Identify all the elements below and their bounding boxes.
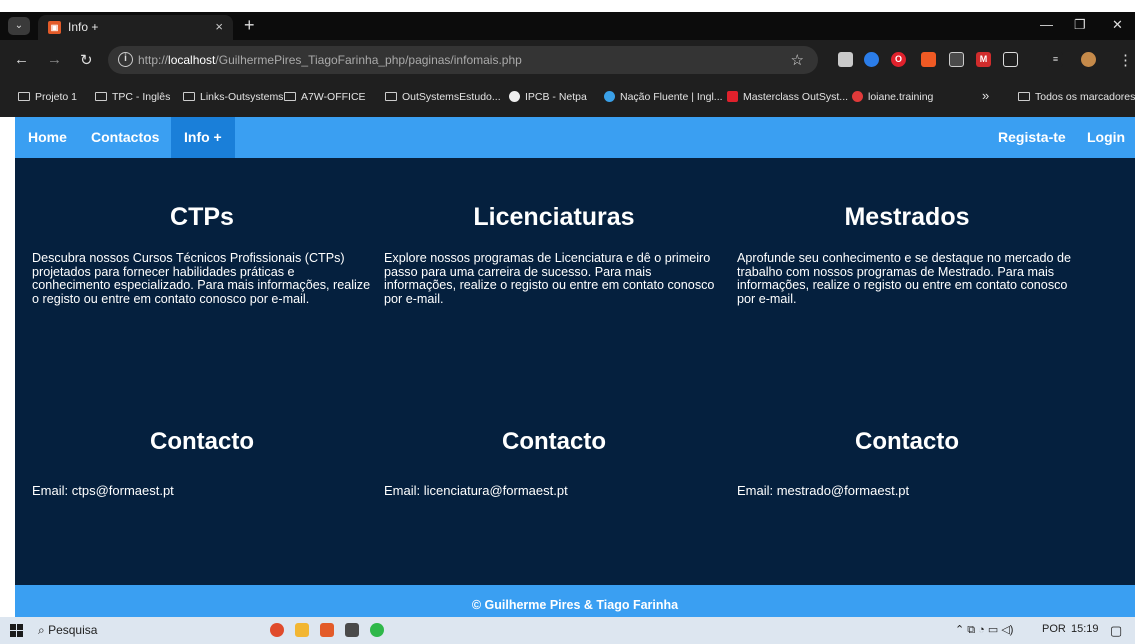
- contact-email: Email: mestrado@formaest.pt: [737, 483, 910, 498]
- windows-start-icon[interactable]: [10, 624, 24, 638]
- globe-icon: [509, 91, 520, 102]
- extension-orange-icon[interactable]: [921, 52, 936, 67]
- section-title: CTPs: [170, 203, 234, 231]
- folder-icon: [18, 92, 30, 101]
- section-text: Explore nossos programas de Licenciatura…: [384, 251, 715, 306]
- nacao-fluente-icon: [604, 91, 615, 102]
- info-column-ctps: CTPs Descubra nossos Cursos Técnicos Pro…: [32, 203, 372, 543]
- site-info-icon[interactable]: i: [118, 52, 133, 67]
- nav-info[interactable]: Info +: [171, 117, 235, 158]
- page-viewport: Home Contactos Info + Regista-te Login C…: [15, 117, 1135, 617]
- info-column-licenciaturas: Licenciaturas Explore nossos programas d…: [384, 203, 724, 543]
- extension-mega-icon[interactable]: M: [976, 52, 991, 67]
- nav-login[interactable]: Login: [1074, 117, 1135, 158]
- address-bar[interactable]: i http://localhost/GuilhermePires_TiagoF…: [108, 46, 818, 74]
- contact-title: Contacto: [855, 428, 959, 455]
- bookmark-item[interactable]: Nação Fluente | Ingl...: [604, 91, 723, 103]
- forward-icon[interactable]: →: [47, 51, 62, 68]
- bookmark-item[interactable]: A7W-OFFICE: [284, 91, 366, 103]
- bookmark-item[interactable]: TPC - Inglês: [95, 91, 170, 103]
- more-bookmarks-icon[interactable]: »: [982, 88, 989, 103]
- tab-search-dropdown[interactable]: ⌄: [8, 17, 30, 35]
- folder-icon: [284, 92, 296, 101]
- tray-icons[interactable]: ⌃ ⧉ ◔ ▭ ◁): [955, 623, 1013, 637]
- chrome-app-icon[interactable]: [270, 623, 284, 637]
- extension-gray-icon[interactable]: [949, 52, 964, 67]
- bookmark-item[interactable]: OutSystemsEstudo...: [385, 91, 501, 103]
- bookmarks-bar: Projeto 1 TPC - Inglês Links-Outsystems …: [0, 80, 1135, 117]
- nav-contactos[interactable]: Contactos: [78, 117, 172, 158]
- info-column-mestrados: Mestrados Aprofunde seu conhecimento e s…: [737, 203, 1077, 543]
- new-tab-icon[interactable]: +: [244, 15, 255, 36]
- section-title: Licenciaturas: [473, 203, 635, 231]
- section-text: Aprofunde seu conhecimento e se destaque…: [737, 251, 1071, 306]
- folder-icon: [385, 92, 397, 101]
- section-text: Descubra nossos Cursos Técnicos Profissi…: [32, 251, 371, 306]
- folder-icon: [183, 92, 195, 101]
- file-explorer-icon[interactable]: [295, 623, 309, 637]
- whatsapp-app-icon[interactable]: [370, 623, 384, 637]
- url-text[interactable]: http://localhost/GuilhermePires_TiagoFar…: [138, 53, 522, 67]
- notifications-icon[interactable]: ▢: [1110, 623, 1122, 639]
- bookmark-star-icon[interactable]: ☆: [791, 51, 804, 69]
- back-icon[interactable]: ←: [14, 51, 29, 68]
- nav-registar[interactable]: Regista-te: [985, 117, 1079, 158]
- windows-taskbar: ⌕ Pesquisa ⌃ ⧉ ◔ ▭ ◁) POR 15:19 ▢: [0, 617, 1135, 644]
- vscode-app-icon[interactable]: [345, 623, 359, 637]
- tab-favicon-icon: ▣: [48, 21, 61, 34]
- reading-list-icon[interactable]: ≡: [1048, 52, 1063, 67]
- folder-icon: [95, 92, 107, 101]
- masterclass-icon: [727, 91, 738, 102]
- menu-kebab-icon[interactable]: ⋮: [1118, 51, 1133, 69]
- bookmark-item[interactable]: IPCB - Netpa: [509, 91, 587, 103]
- close-window-icon[interactable]: ✕: [1112, 17, 1123, 33]
- folder-icon: [1018, 92, 1030, 101]
- minimize-icon[interactable]: —: [1040, 17, 1053, 32]
- browser-tab-active[interactable]: ▣ Info + ×: [38, 15, 233, 40]
- bookmark-item[interactable]: Projeto 1: [18, 91, 77, 103]
- screen-top-strip: [0, 0, 1135, 12]
- tray-language[interactable]: POR: [1042, 623, 1066, 635]
- extension-red-icon[interactable]: O: [891, 52, 906, 67]
- contact-email: Email: licenciatura@formaest.pt: [384, 483, 568, 498]
- contact-email: Email: ctps@formaest.pt: [32, 483, 174, 498]
- address-row: ← → ↻ i http://localhost/GuilhermePires_…: [0, 40, 1135, 80]
- tab-bar: ⌄ ▣ Info + × + — ❐ ✕: [0, 12, 1135, 40]
- tab-title: Info +: [68, 20, 99, 34]
- extension-blue-icon[interactable]: [864, 52, 879, 67]
- extension-doc-icon[interactable]: [838, 52, 853, 67]
- bookmark-item[interactable]: loiane.training: [852, 91, 933, 103]
- bookmark-item[interactable]: Links-Outsystems: [183, 91, 283, 103]
- loiane-icon: [852, 91, 863, 102]
- contact-title: Contacto: [150, 428, 254, 455]
- tab-close-icon[interactable]: ×: [215, 19, 223, 34]
- taskbar-search[interactable]: ⌕ Pesquisa: [38, 623, 97, 638]
- section-title: Mestrados: [844, 203, 970, 231]
- contact-title: Contacto: [502, 428, 606, 455]
- restore-icon[interactable]: ❐: [1074, 17, 1086, 33]
- xampp-app-icon[interactable]: [320, 623, 334, 637]
- extensions-puzzle-icon[interactable]: [1003, 52, 1018, 67]
- profile-avatar[interactable]: [1081, 52, 1096, 67]
- bookmark-item[interactable]: Masterclass OutSyst...: [727, 91, 848, 103]
- browser-chrome: ⌄ ▣ Info + × + — ❐ ✕ ← → ↻ i http://loca…: [0, 12, 1135, 117]
- site-navbar: Home Contactos Info + Regista-te Login: [15, 117, 1135, 158]
- nav-home[interactable]: Home: [15, 117, 80, 158]
- reload-icon[interactable]: ↻: [80, 51, 93, 69]
- search-icon: ⌕: [38, 623, 49, 637]
- all-bookmarks-folder[interactable]: Todos os marcadores: [1018, 91, 1135, 103]
- tray-clock[interactable]: 15:19: [1071, 623, 1099, 635]
- site-footer: © Guilherme Pires & Tiago Farinha: [15, 585, 1135, 617]
